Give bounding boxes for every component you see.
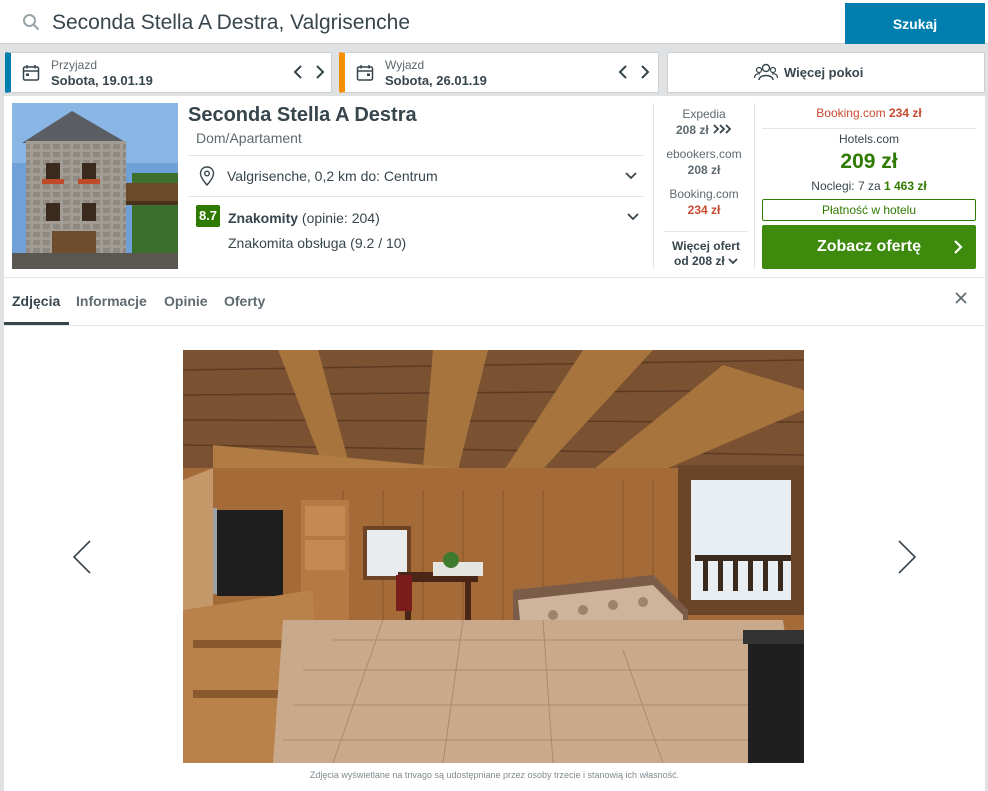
hotel-name[interactable]: Seconda Stella A Destra bbox=[188, 104, 417, 127]
map-pin-icon bbox=[199, 166, 215, 186]
photo-credit-note: Zdjęcia wyświetlane na trivago są udostę… bbox=[309, 770, 680, 780]
previous-photo-icon[interactable] bbox=[72, 539, 92, 575]
rating-subscore: Znakomita obsługa (9.2 / 10) bbox=[228, 235, 407, 251]
search-icon bbox=[23, 14, 39, 30]
deal-site: Hotels.com bbox=[838, 132, 900, 146]
more-rooms-label: Więcej pokoi bbox=[784, 64, 864, 80]
checkout-value: Sobota, 26.01.19 bbox=[385, 73, 487, 88]
offer-site: Expedia bbox=[682, 107, 726, 121]
calendar-icon bbox=[22, 65, 40, 81]
chevron-left-icon[interactable] bbox=[616, 64, 632, 80]
more-rooms-button[interactable]: Więcej pokoi bbox=[667, 52, 985, 93]
close-icon[interactable] bbox=[955, 292, 967, 304]
offer-booking[interactable]: Booking.com 234 zł bbox=[656, 187, 752, 217]
pay-at-hotel-badge: Płatność w hotelu bbox=[762, 199, 976, 221]
offer-site: Booking.com bbox=[669, 187, 739, 201]
chevron-right-icon bbox=[954, 240, 963, 254]
rating-summary[interactable]: Znakomity (opinie: 204) bbox=[228, 210, 380, 226]
chevron-left-icon[interactable] bbox=[291, 64, 307, 80]
chevron-right-icon[interactable] bbox=[636, 64, 652, 80]
checkin-value: Sobota, 19.01.19 bbox=[51, 73, 153, 88]
offer-ebookers[interactable]: ebookers.com 208 zł bbox=[656, 147, 752, 177]
rating-review-count: (opinie: 204) bbox=[301, 210, 380, 226]
tab-reviews[interactable]: Opinie bbox=[164, 293, 208, 309]
more-offers-button[interactable]: Więcej ofert od 208 zł bbox=[664, 231, 748, 269]
alt-deal[interactable]: Booking.com 234 zł bbox=[762, 106, 976, 120]
rating-score-badge: 8.7 bbox=[196, 205, 220, 227]
search-bar: Szukaj bbox=[0, 0, 988, 44]
deal-nights: Noclegi: 7 za 1 463 zł bbox=[811, 179, 927, 193]
search-button[interactable]: Szukaj bbox=[845, 3, 985, 44]
divider bbox=[754, 103, 755, 269]
date-selector-row: Przyjazd Sobota, 19.01.19 Wyjazd Sobota,… bbox=[0, 44, 988, 96]
divider bbox=[4, 277, 985, 278]
gallery-photo[interactable] bbox=[183, 350, 804, 763]
checkout-date-field[interactable]: Wyjazd Sobota, 26.01.19 bbox=[339, 52, 659, 93]
offer-price: 234 zł bbox=[687, 203, 721, 217]
hotel-thumbnail-image[interactable] bbox=[12, 103, 178, 269]
location-text: Valgrisenche, 0,2 km do: Centrum bbox=[227, 168, 438, 184]
view-deal-label: Zobacz ofertę bbox=[816, 238, 921, 255]
chevron-right-icon[interactable] bbox=[311, 64, 327, 80]
double-chevron-right-icon bbox=[713, 124, 732, 134]
checkout-label: Wyjazd bbox=[385, 58, 425, 72]
offer-site: ebookers.com bbox=[666, 147, 742, 161]
hotel-card: Seconda Stella A Destra Dom/Apartament V… bbox=[4, 96, 985, 791]
chevron-down-icon[interactable] bbox=[626, 210, 640, 224]
chevron-down-icon bbox=[728, 258, 738, 265]
tab-photos[interactable]: Zdjęcia bbox=[12, 293, 60, 309]
chevron-down-icon[interactable] bbox=[624, 169, 638, 183]
more-offers-price: od 208 zł bbox=[664, 254, 748, 269]
divider bbox=[653, 103, 654, 269]
rating-label: Znakomity bbox=[228, 210, 299, 226]
alt-deal-price: 234 zł bbox=[889, 106, 922, 120]
calendar-icon bbox=[356, 65, 374, 81]
tab-deals[interactable]: Oferty bbox=[224, 293, 265, 309]
tab-info[interactable]: Informacje bbox=[76, 293, 147, 309]
deal-price: 209 zł bbox=[840, 150, 898, 173]
search-input[interactable] bbox=[52, 8, 832, 38]
divider bbox=[188, 196, 644, 197]
next-photo-icon[interactable] bbox=[897, 539, 917, 575]
divider bbox=[4, 325, 985, 326]
hotel-type: Dom/Apartament bbox=[196, 130, 302, 146]
guests-icon bbox=[754, 63, 778, 81]
offer-expedia[interactable]: Expedia 208 zł bbox=[656, 107, 752, 137]
location-row[interactable]: Valgrisenche, 0,2 km do: Centrum bbox=[188, 156, 644, 196]
divider bbox=[762, 128, 976, 129]
offer-price: 208 zł bbox=[687, 163, 721, 177]
view-deal-button[interactable]: Zobacz ofertę bbox=[762, 225, 976, 269]
alt-deal-site: Booking.com bbox=[816, 106, 886, 120]
more-offers-label: Więcej ofert bbox=[672, 239, 740, 253]
checkin-label: Przyjazd bbox=[51, 58, 98, 72]
offer-price: 208 zł bbox=[656, 123, 752, 137]
checkin-date-field[interactable]: Przyjazd Sobota, 19.01.19 bbox=[5, 52, 332, 93]
